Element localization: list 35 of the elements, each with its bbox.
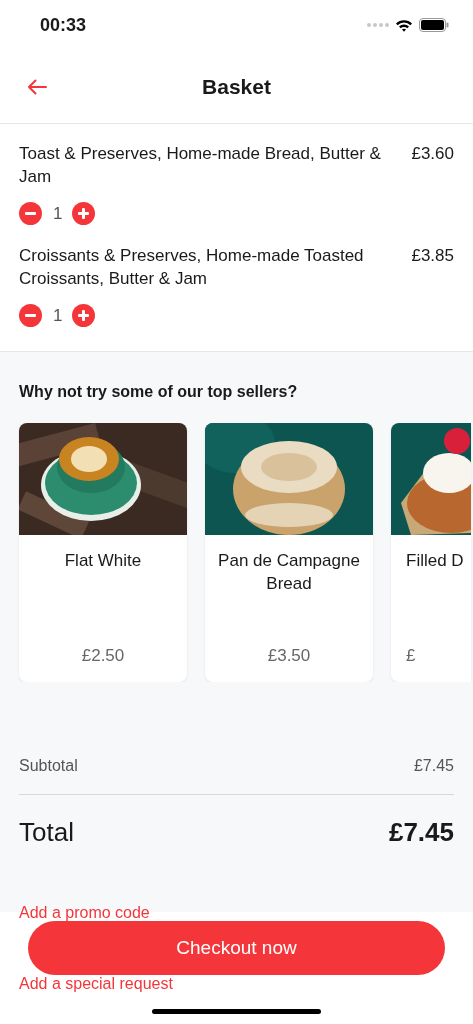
- product-name: Pan de Campagne Bread: [217, 550, 361, 595]
- page-title: Basket: [202, 73, 271, 100]
- checkout-button[interactable]: Checkout now: [28, 921, 445, 975]
- battery-icon: [419, 18, 449, 32]
- product-card[interactable]: Flat White £2.50: [19, 423, 187, 682]
- product-price: £: [406, 644, 416, 667]
- product-name: Flat White: [64, 550, 142, 572]
- subtotal-value: £7.45: [413, 756, 454, 776]
- section-title: Why not try some of our top sellers?: [19, 382, 299, 402]
- minus-button[interactable]: [19, 303, 42, 327]
- item-price: £3.60: [411, 143, 454, 165]
- wifi-icon: [395, 18, 413, 32]
- product-name: Filled D: [406, 550, 464, 572]
- total-value: £7.45: [388, 816, 454, 849]
- item-name: Toast & Preserves, Home-made Bread, Butter & Jam: [19, 143, 382, 188]
- product-price: £2.50: [81, 644, 125, 667]
- total-label: Total: [19, 816, 74, 849]
- plus-button[interactable]: [72, 202, 95, 226]
- item-name: Croissants & Preserves, Home-made Toasted Croissants, Butter & Jam: [19, 244, 365, 290]
- item-price: £3.85: [411, 244, 454, 267]
- subtotal-label: Subtotal: [19, 756, 78, 776]
- plus-icon: [77, 207, 90, 221]
- plus-icon: [77, 308, 90, 322]
- back-button[interactable]: [26, 77, 48, 97]
- quantity: 1: [53, 203, 61, 225]
- special-request-link[interactable]: Add a special request: [19, 972, 454, 996]
- product-card[interactable]: Filled D £: [391, 423, 471, 682]
- plus-button[interactable]: [72, 303, 95, 327]
- quantity: 1: [53, 304, 61, 327]
- signal-icon: [367, 23, 389, 27]
- product-card[interactable]: Pan de Campagne Bread £3.50: [205, 423, 373, 682]
- status-time: 00:33: [40, 13, 87, 37]
- minus-button[interactable]: [19, 202, 42, 226]
- product-price: £3.50: [267, 644, 311, 667]
- promo-code-link[interactable]: Add a promo code: [19, 904, 454, 922]
